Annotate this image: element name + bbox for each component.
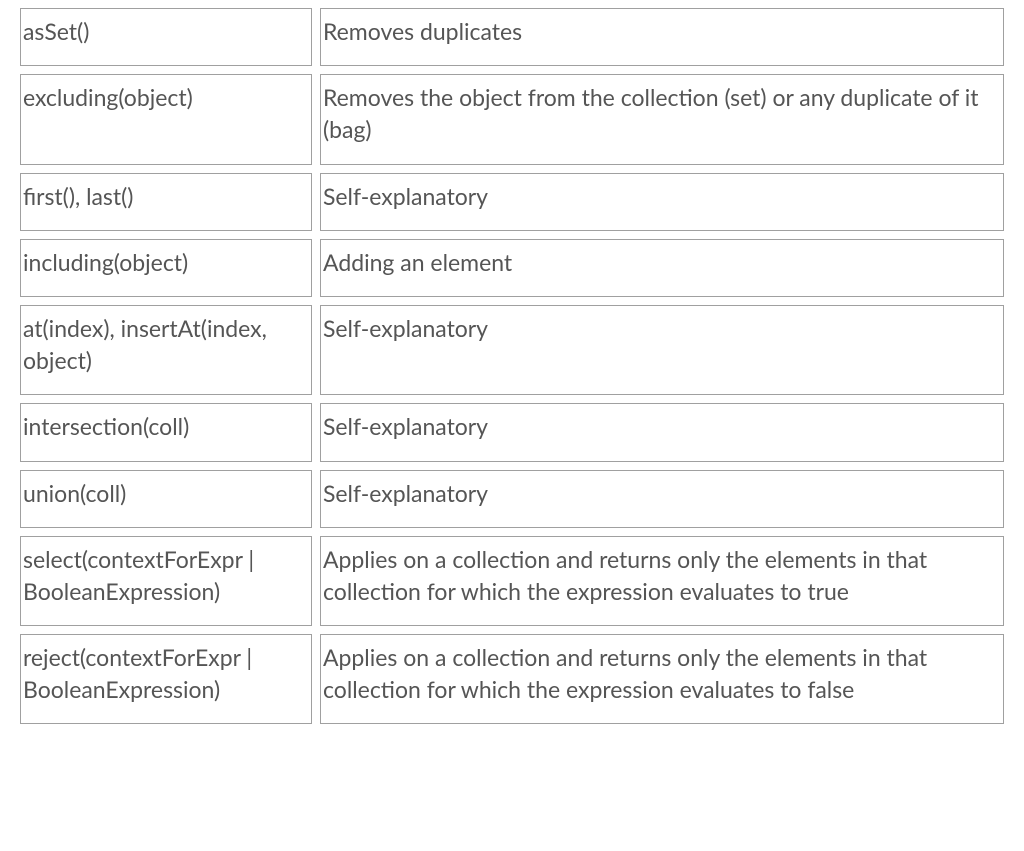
description-cell: Self-explanatory [320, 305, 1004, 395]
operation-cell: first(), last() [20, 173, 312, 231]
operation-cell: including(object) [20, 239, 312, 297]
table-row: reject(contextForExpr | BooleanExpressio… [20, 634, 1004, 724]
table-row: union(coll) Self-explanatory [20, 470, 1004, 528]
description-cell: Adding an element [320, 239, 1004, 297]
operation-cell: reject(contextForExpr | BooleanExpressio… [20, 634, 312, 724]
description-cell: Self-explanatory [320, 173, 1004, 231]
operation-cell: union(coll) [20, 470, 312, 528]
description-cell: Applies on a collection and returns only… [320, 536, 1004, 626]
operation-cell: asSet() [20, 8, 312, 66]
table-row: select(contextForExpr | BooleanExpressio… [20, 536, 1004, 626]
description-cell: Applies on a collection and returns only… [320, 634, 1004, 724]
operation-cell: at(index), insertAt(index, object) [20, 305, 312, 395]
table-row: intersection(coll) Self-explanatory [20, 403, 1004, 461]
description-cell: Self-explanatory [320, 403, 1004, 461]
table-row: including(object) Adding an element [20, 239, 1004, 297]
table-row: at(index), insertAt(index, object) Self-… [20, 305, 1004, 395]
table-row: excluding(object) Removes the object fro… [20, 74, 1004, 164]
operations-table: asSet() Removes duplicates excluding(obj… [12, 0, 1012, 732]
operation-cell: intersection(coll) [20, 403, 312, 461]
operation-cell: excluding(object) [20, 74, 312, 164]
description-cell: Removes duplicates [320, 8, 1004, 66]
operation-cell: select(contextForExpr | BooleanExpressio… [20, 536, 312, 626]
table-row: asSet() Removes duplicates [20, 8, 1004, 66]
description-cell: Self-explanatory [320, 470, 1004, 528]
table-row: first(), last() Self-explanatory [20, 173, 1004, 231]
description-cell: Removes the object from the collection (… [320, 74, 1004, 164]
